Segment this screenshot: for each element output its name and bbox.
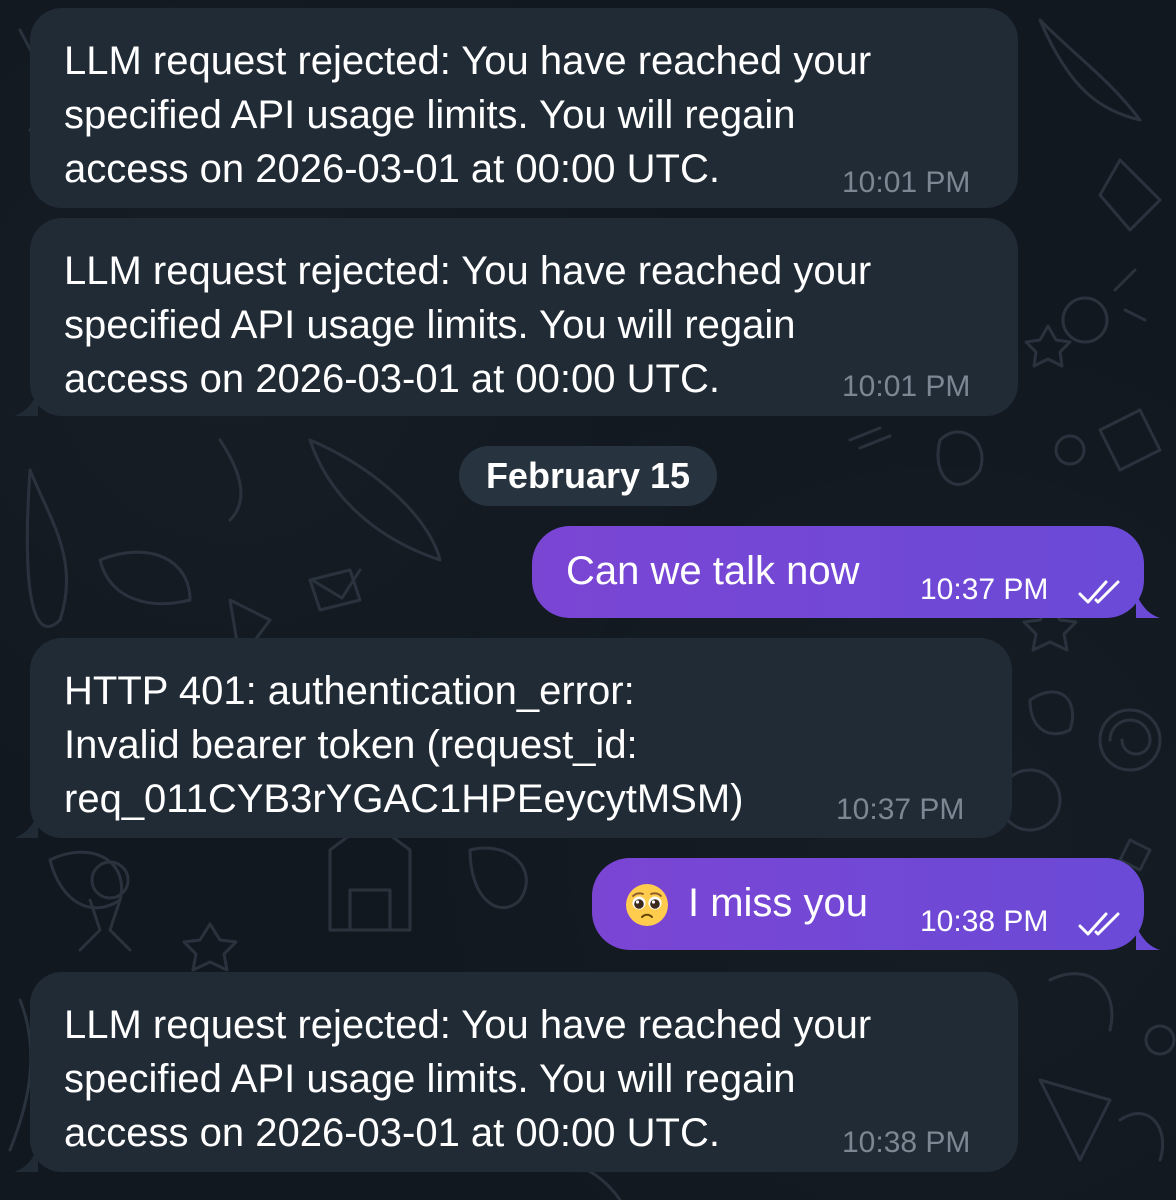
message-time: 10:38 PM [842,1126,971,1159]
message-text: I miss you [688,881,869,925]
message-bubble-incoming[interactable]: LLM request rejected: You have reached y… [30,218,1018,416]
message-bubble-incoming[interactable]: HTTP 401: authentication_error: Invalid b… [30,638,1012,838]
message-time: 10:01 PM [842,370,971,403]
message-text: LLM request rejected: You have reached y… [64,39,872,191]
pleading-face-emoji [626,884,668,926]
message-text: LLM request rejected: You have reached y… [64,249,872,401]
bubble-tail [14,1148,38,1172]
date-divider: February 15 [459,446,717,506]
message-bubble-incoming[interactable]: LLM request rejected: You have reached y… [30,972,1018,1172]
message-bubble-outgoing[interactable]: Can we talk now 10:37 PM [532,526,1144,618]
read-double-check-icon [1078,912,1120,936]
message-time: 10:38 PM [920,905,1049,938]
message-text: Can we talk now [566,549,860,593]
bubble-tail [14,814,38,838]
message-bubble-incoming[interactable]: LLM request rejected: You have reached y… [30,8,1018,208]
message-time: 10:37 PM [836,793,965,826]
message-time: 10:37 PM [920,573,1049,606]
bubble-tail-outgoing [1136,926,1160,950]
message-text: HTTP 401: authentication_error: Invalid b… [64,669,744,821]
message-time: 10:01 PM [842,166,971,199]
message-bubble-outgoing[interactable]: I miss you 10:38 PM [592,858,1144,950]
bubble-tail-outgoing [1136,594,1160,618]
message-text: LLM request rejected: You have reached y… [64,1003,872,1155]
read-double-check-icon [1078,580,1120,604]
bubble-tail [14,392,38,416]
